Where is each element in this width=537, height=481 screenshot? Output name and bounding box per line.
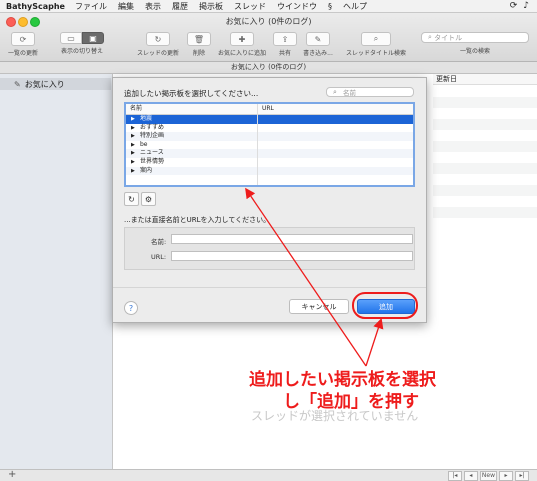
arrow-to-board-list — [245, 187, 367, 367]
annotation-text: 追加したい掲示板を選択 し「追加」を押す — [249, 369, 479, 413]
arrow-to-add-button — [365, 318, 384, 367]
annotation-line-1: 追加したい掲示板を選択 — [249, 370, 436, 390]
annotation-line-2: し「追加」を押す — [283, 392, 419, 412]
